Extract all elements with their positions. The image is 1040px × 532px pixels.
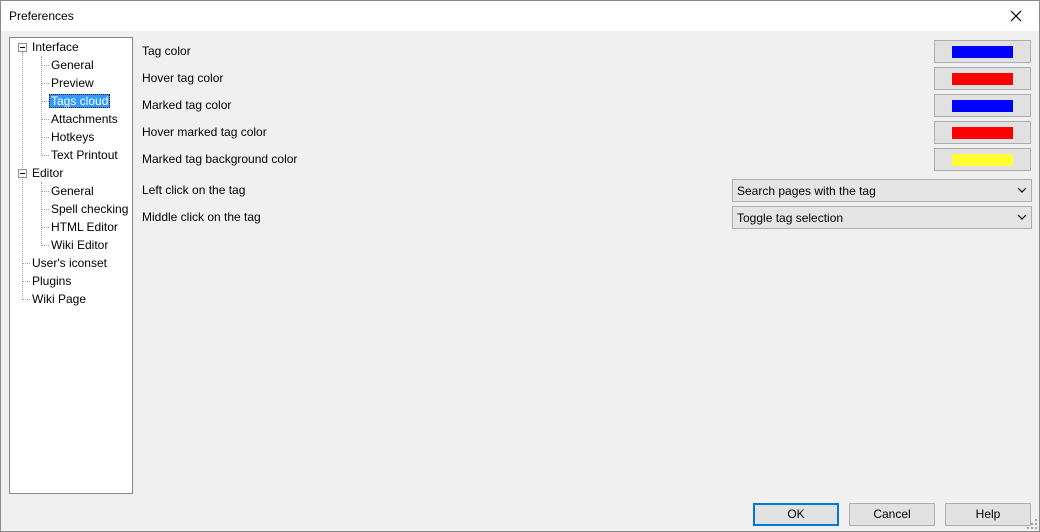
tree-item-preview[interactable]: Preview — [49, 74, 96, 92]
tree-item-spell-checking[interactable]: Spell checking — [49, 200, 130, 218]
preferences-tree[interactable]: Interface General Preview Tags cloud Att… — [9, 37, 133, 494]
tree-line — [41, 209, 49, 210]
tree-item-label: Preview — [51, 76, 94, 90]
tree-item-html-editor[interactable]: HTML Editor — [49, 218, 120, 236]
tree-item-interface[interactable]: Interface — [30, 38, 81, 56]
window-title: Preferences — [9, 9, 74, 23]
tag-color-swatch — [952, 46, 1013, 58]
tree-item-editor[interactable]: Editor — [30, 164, 65, 182]
tree-item-plugins[interactable]: Plugins — [30, 272, 73, 290]
tree-item-label: Plugins — [32, 274, 72, 288]
left-click-value: Search pages with the tag — [737, 184, 876, 198]
tree-item-label: Spell checking — [51, 202, 129, 216]
tag-color-label: Tag color — [142, 44, 191, 58]
minus-box-icon[interactable] — [18, 43, 27, 52]
tree-item-label: Hotkeys — [51, 130, 95, 144]
tree-line — [41, 245, 49, 246]
tree-line — [41, 56, 42, 156]
tree-line — [41, 119, 49, 120]
tree-line — [22, 281, 30, 282]
marked-tag-bg-color-label: Marked tag background color — [142, 152, 298, 166]
tree-line — [41, 101, 49, 102]
middle-click-label: Middle click on the tag — [142, 210, 261, 224]
tree-line — [22, 299, 30, 300]
tree-line — [22, 263, 30, 264]
hover-tag-color-button[interactable] — [934, 67, 1031, 90]
tree-item-wiki-editor[interactable]: Wiki Editor — [49, 236, 110, 254]
chevron-down-icon — [1017, 187, 1027, 193]
close-button[interactable] — [993, 1, 1039, 31]
tag-color-button[interactable] — [934, 40, 1031, 63]
tree-item-label: General — [51, 184, 94, 198]
help-button[interactable]: Help — [945, 503, 1031, 526]
tree-item-users-iconset[interactable]: User's iconset — [30, 254, 109, 272]
hover-marked-tag-color-label: Hover marked tag color — [142, 125, 267, 139]
tree-item-editor-general[interactable]: General — [49, 182, 96, 200]
tree-item-tags-cloud[interactable]: Tags cloud — [49, 92, 111, 110]
middle-click-select[interactable]: Toggle tag selection — [732, 206, 1032, 229]
tree-item-label: Tags cloud — [49, 94, 111, 108]
tree-item-label: Interface — [32, 40, 79, 54]
tree-item-label: Attachments — [51, 112, 118, 126]
resize-grip-icon[interactable] — [1027, 519, 1037, 529]
tree-item-label: User's iconset — [32, 256, 107, 270]
tree-line — [41, 191, 49, 192]
tree-line — [41, 227, 49, 228]
tree-item-label: Wiki Page — [32, 292, 87, 306]
cancel-button[interactable]: Cancel — [849, 503, 935, 526]
minus-box-icon[interactable] — [18, 169, 27, 178]
title-bar[interactable]: Preferences — [1, 1, 1039, 31]
tree-item-label: Wiki Editor — [51, 238, 109, 252]
preferences-window: Preferences Interface General Preview Ta… — [0, 0, 1040, 532]
tree-item-wiki-page[interactable]: Wiki Page — [30, 290, 88, 308]
tree-line — [41, 155, 49, 156]
middle-click-value: Toggle tag selection — [737, 211, 844, 225]
hover-tag-color-label: Hover tag color — [142, 71, 224, 85]
tree-item-attachments[interactable]: Attachments — [49, 110, 120, 128]
tree-item-label: Text Printout — [51, 148, 118, 162]
marked-tag-bg-color-swatch — [952, 154, 1013, 166]
close-icon — [1010, 10, 1022, 22]
marked-tag-color-label: Marked tag color — [142, 98, 232, 112]
tree-item-hotkeys[interactable]: Hotkeys — [49, 128, 96, 146]
left-click-select[interactable]: Search pages with the tag — [732, 179, 1032, 202]
tree-item-label: Editor — [32, 166, 64, 180]
tree-item-general[interactable]: General — [49, 56, 96, 74]
tree-item-label: General — [51, 58, 94, 72]
hover-marked-tag-color-swatch — [952, 127, 1013, 139]
tree-line — [41, 137, 49, 138]
ok-button[interactable]: OK — [753, 503, 839, 526]
hover-marked-tag-color-button[interactable] — [934, 121, 1031, 144]
hover-tag-color-swatch — [952, 73, 1013, 85]
left-click-label: Left click on the tag — [142, 183, 246, 197]
tree-item-label: HTML Editor — [51, 220, 118, 234]
tree-item-text-printout[interactable]: Text Printout — [49, 146, 120, 164]
chevron-down-icon — [1017, 214, 1027, 220]
marked-tag-color-button[interactable] — [934, 94, 1031, 117]
tree-line — [41, 65, 49, 66]
marked-tag-bg-color-button[interactable] — [934, 148, 1031, 171]
tree-line — [41, 83, 49, 84]
marked-tag-color-swatch — [952, 100, 1013, 112]
